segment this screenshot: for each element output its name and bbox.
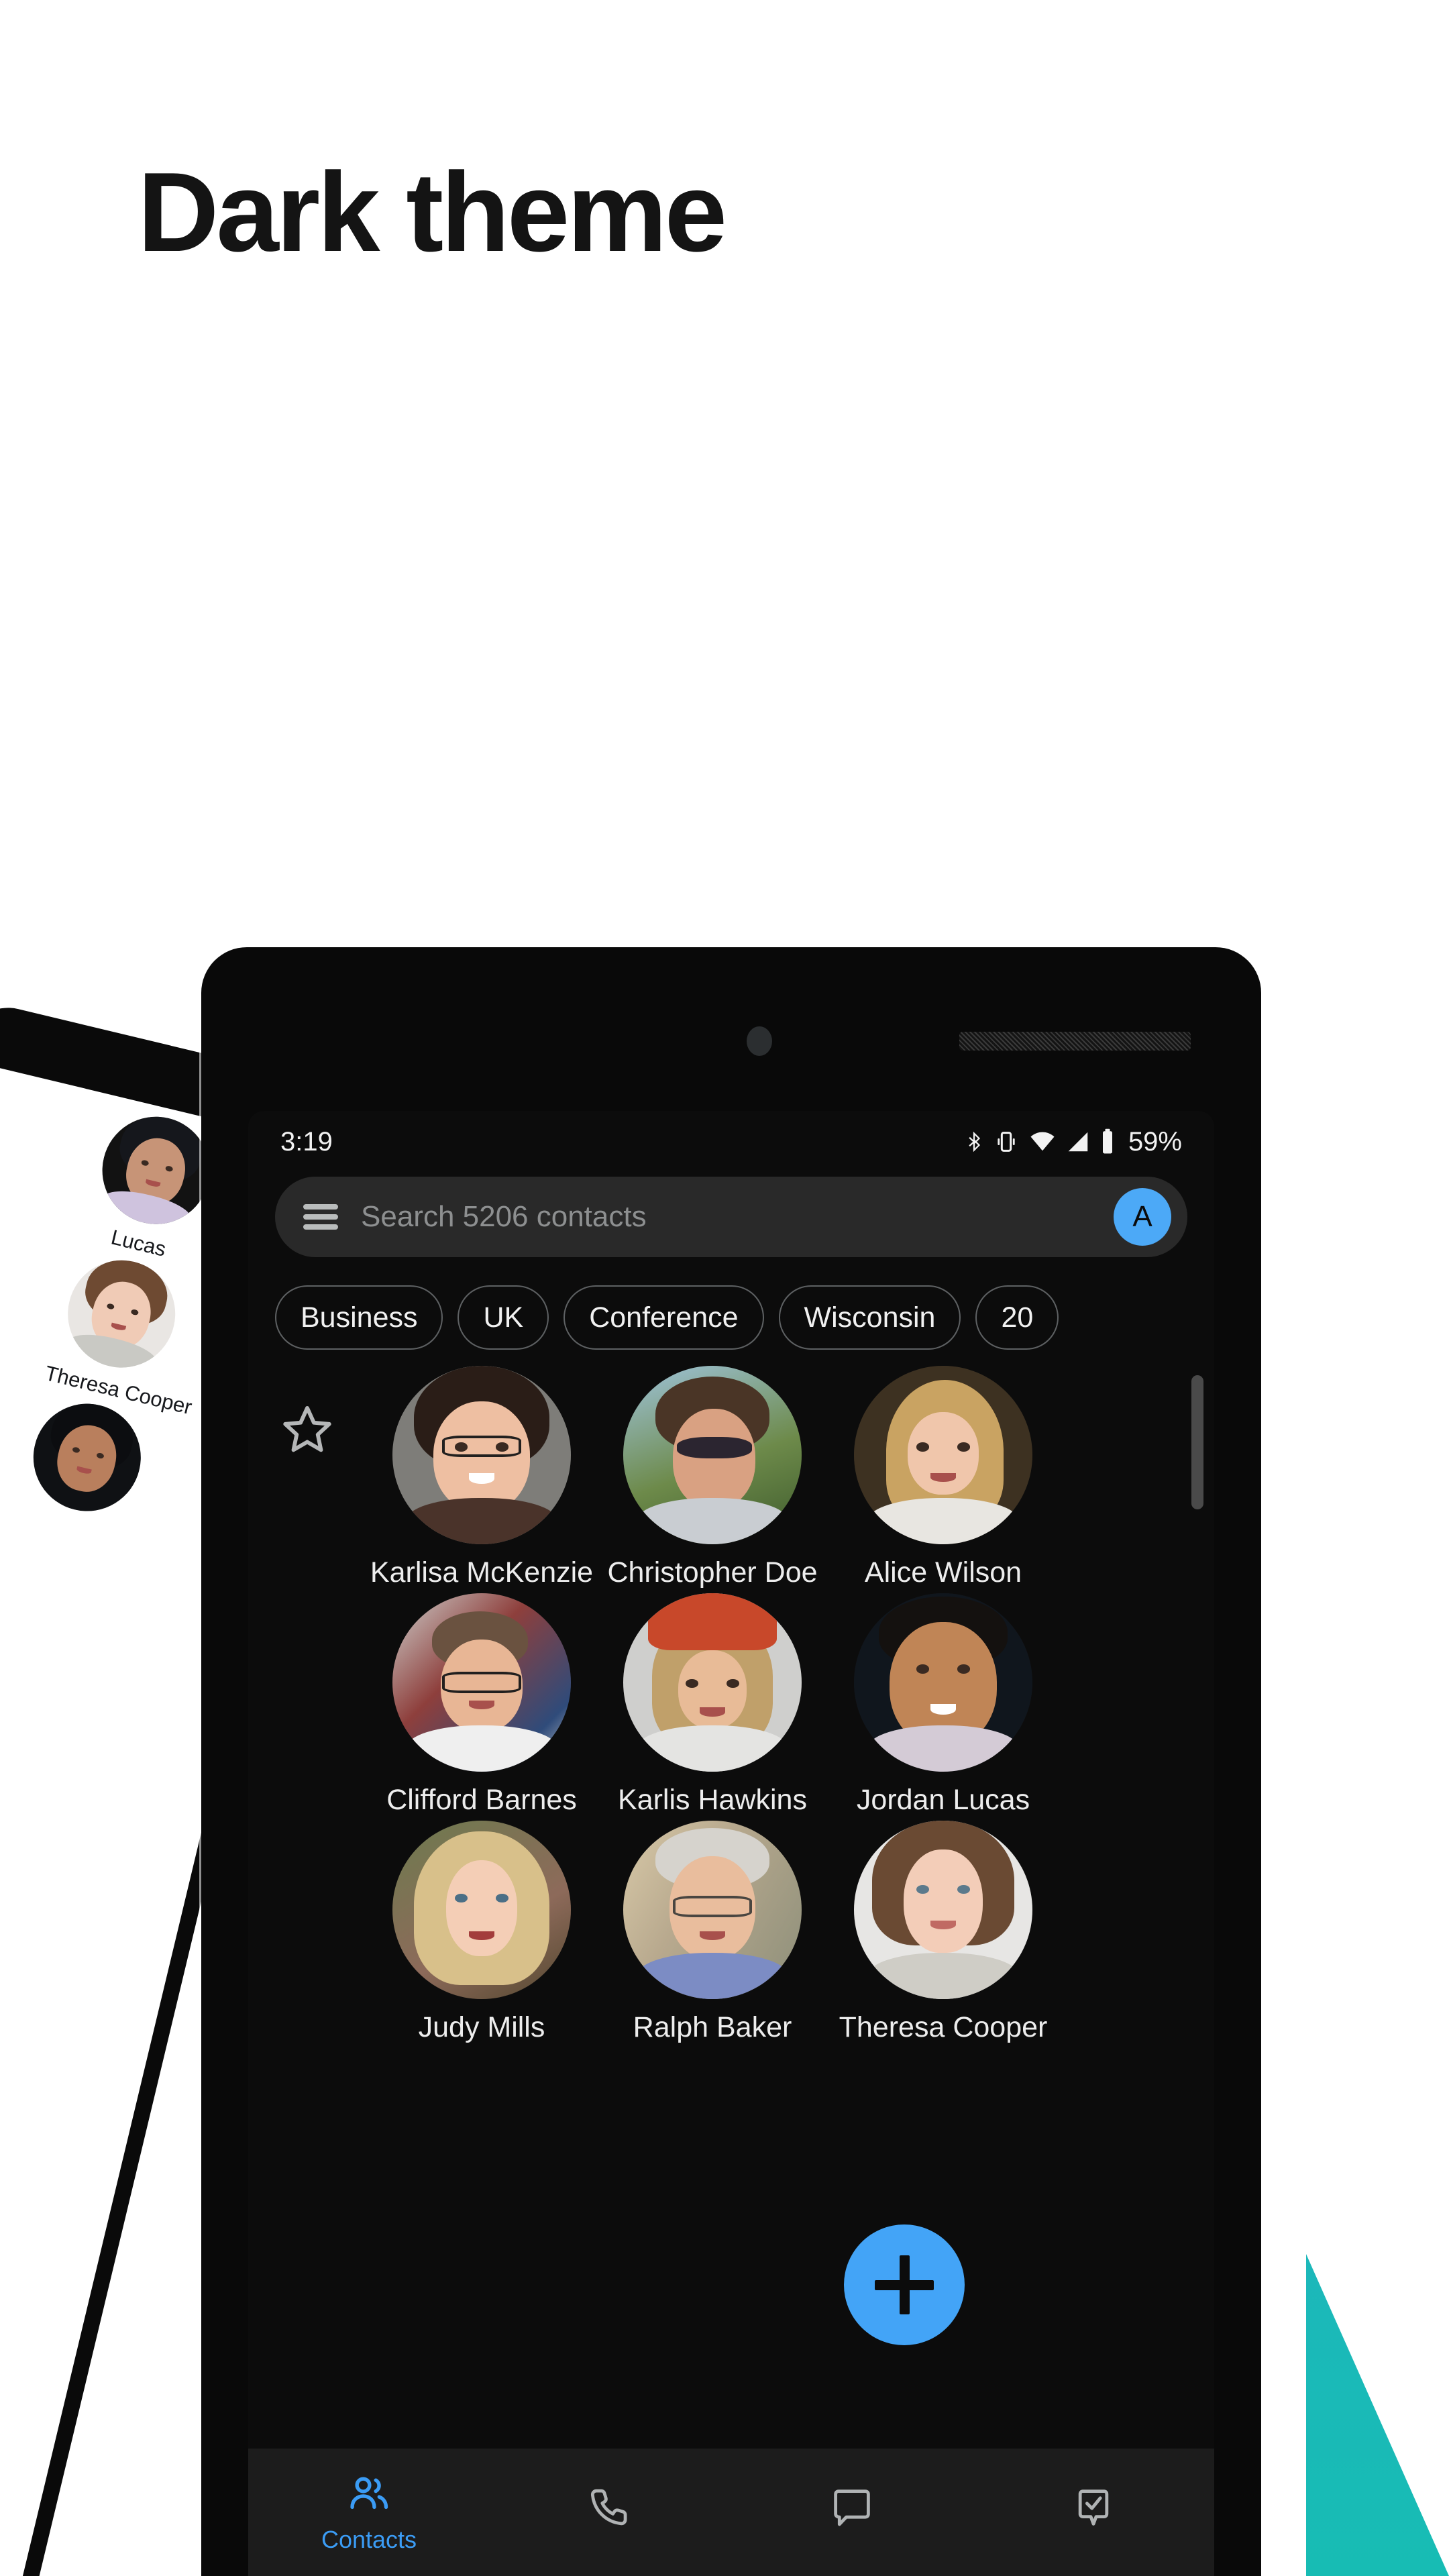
nav-item-tasks[interactable] <box>973 2449 1214 2576</box>
contact-name: Alice Wilson <box>864 1556 1022 1589</box>
nav-item-contacts[interactable]: Contacts <box>248 2449 490 2576</box>
contact-name: Jordan Lucas <box>856 1784 1030 1816</box>
contact-name: Clifford Barnes <box>386 1784 577 1816</box>
contact-name: Ralph Baker <box>633 2011 792 2043</box>
page-title: Dark theme <box>138 149 727 275</box>
contact-cell[interactable]: Karlisa McKenzie <box>366 1366 597 1589</box>
search-bar[interactable]: Search 5206 contacts A <box>275 1177 1187 1257</box>
filter-chip-uk[interactable]: UK <box>458 1285 549 1350</box>
nav-item-messages[interactable] <box>731 2449 973 2576</box>
contact-name: Christopher Doe <box>607 1556 818 1589</box>
contact-name: Karlis Hawkins <box>618 1784 807 1816</box>
contact-cell[interactable]: Jordan Lucas <box>828 1593 1059 1817</box>
star-icon[interactable] <box>279 1402 335 1457</box>
status-bar: 3:19 59% <box>248 1111 1214 1173</box>
contact-cell[interactable]: Christopher Doe <box>597 1366 828 1589</box>
contact-cell[interactable]: Judy Mills <box>366 1821 597 2044</box>
message-icon <box>834 2489 870 2526</box>
vibrate-icon <box>998 1132 1015 1152</box>
vertical-scrollbar[interactable] <box>1191 1375 1203 1509</box>
contact-name: Karlisa McKenzie <box>370 1556 594 1589</box>
wifi-icon <box>1030 1132 1055 1151</box>
contact-cell[interactable]: Theresa Cooper <box>828 1821 1059 2044</box>
filter-chip-wisconsin[interactable]: Wisconsin <box>778 1285 961 1350</box>
phone-screen: 3:19 59% Search 5206 contacts A Business… <box>248 1111 1214 2576</box>
avatar <box>392 1821 571 1999</box>
light-contact-cell[interactable]: Theresa Cooper <box>42 1248 195 1419</box>
earpiece-speaker <box>959 1032 1191 1051</box>
battery-percent: 59% <box>1128 1126 1182 1157</box>
light-contact-cell[interactable] <box>13 1391 158 1533</box>
filter-chip-truncated[interactable]: 20 <box>975 1285 1059 1350</box>
status-icons: 59% <box>964 1127 1182 1157</box>
contact-cell[interactable]: Karlis Hawkins <box>597 1593 828 1817</box>
avatar <box>392 1366 571 1544</box>
filter-chips[interactable]: Business UK Conference Wisconsin 20 <box>248 1257 1214 1350</box>
account-avatar[interactable]: A <box>1114 1188 1171 1246</box>
contact-name: Theresa Cooper <box>839 2011 1048 2043</box>
avatar <box>56 1249 186 1379</box>
avatar <box>854 1366 1032 1544</box>
contacts-grid: Karlisa McKenzie Christopher Doe Alice W… <box>248 1350 1214 2356</box>
contacts-icon <box>350 2477 388 2510</box>
contact-cell[interactable]: Clifford Barnes <box>366 1593 597 1817</box>
contact-cell[interactable]: Alice Wilson <box>828 1366 1059 1589</box>
avatar <box>623 1593 802 1772</box>
decor-teal-triangle-right <box>1306 2254 1449 2576</box>
status-time: 3:19 <box>280 1126 333 1157</box>
nav-label-contacts: Contacts <box>321 2526 417 2553</box>
battery-icon <box>1102 1128 1112 1154</box>
front-camera-icon <box>747 1026 772 1056</box>
contact-name: Judy Mills <box>418 2011 545 2043</box>
filter-chip-business[interactable]: Business <box>275 1285 443 1350</box>
contact-cell[interactable]: Ralph Baker <box>597 1821 828 2044</box>
cell-signal-icon <box>1068 1132 1088 1152</box>
avatar <box>392 1593 571 1772</box>
phone-icon <box>590 2489 627 2526</box>
tasks-icon <box>1078 2489 1109 2526</box>
filter-chip-conference[interactable]: Conference <box>564 1285 764 1350</box>
avatar <box>854 1593 1032 1772</box>
plus-icon <box>899 2255 910 2314</box>
search-input[interactable]: Search 5206 contacts <box>361 1200 1114 1234</box>
avatar <box>623 1821 802 1999</box>
contacts-row: Judy Mills Ralph Baker Theresa Cooper <box>248 1821 1214 2044</box>
avatar <box>22 1393 152 1523</box>
contacts-row: Karlisa McKenzie Christopher Doe Alice W… <box>248 1366 1214 1589</box>
bluetooth-icon <box>969 1131 981 1152</box>
hamburger-icon[interactable] <box>303 1204 338 1230</box>
avatar <box>623 1366 802 1544</box>
add-contact-fab[interactable] <box>844 2224 965 2345</box>
nav-item-phone[interactable] <box>490 2449 731 2576</box>
contacts-row: Clifford Barnes Karlis Hawkins Jordan Lu… <box>248 1593 1214 1817</box>
bottom-navigation: Contacts <box>248 2449 1214 2576</box>
avatar <box>854 1821 1032 1999</box>
